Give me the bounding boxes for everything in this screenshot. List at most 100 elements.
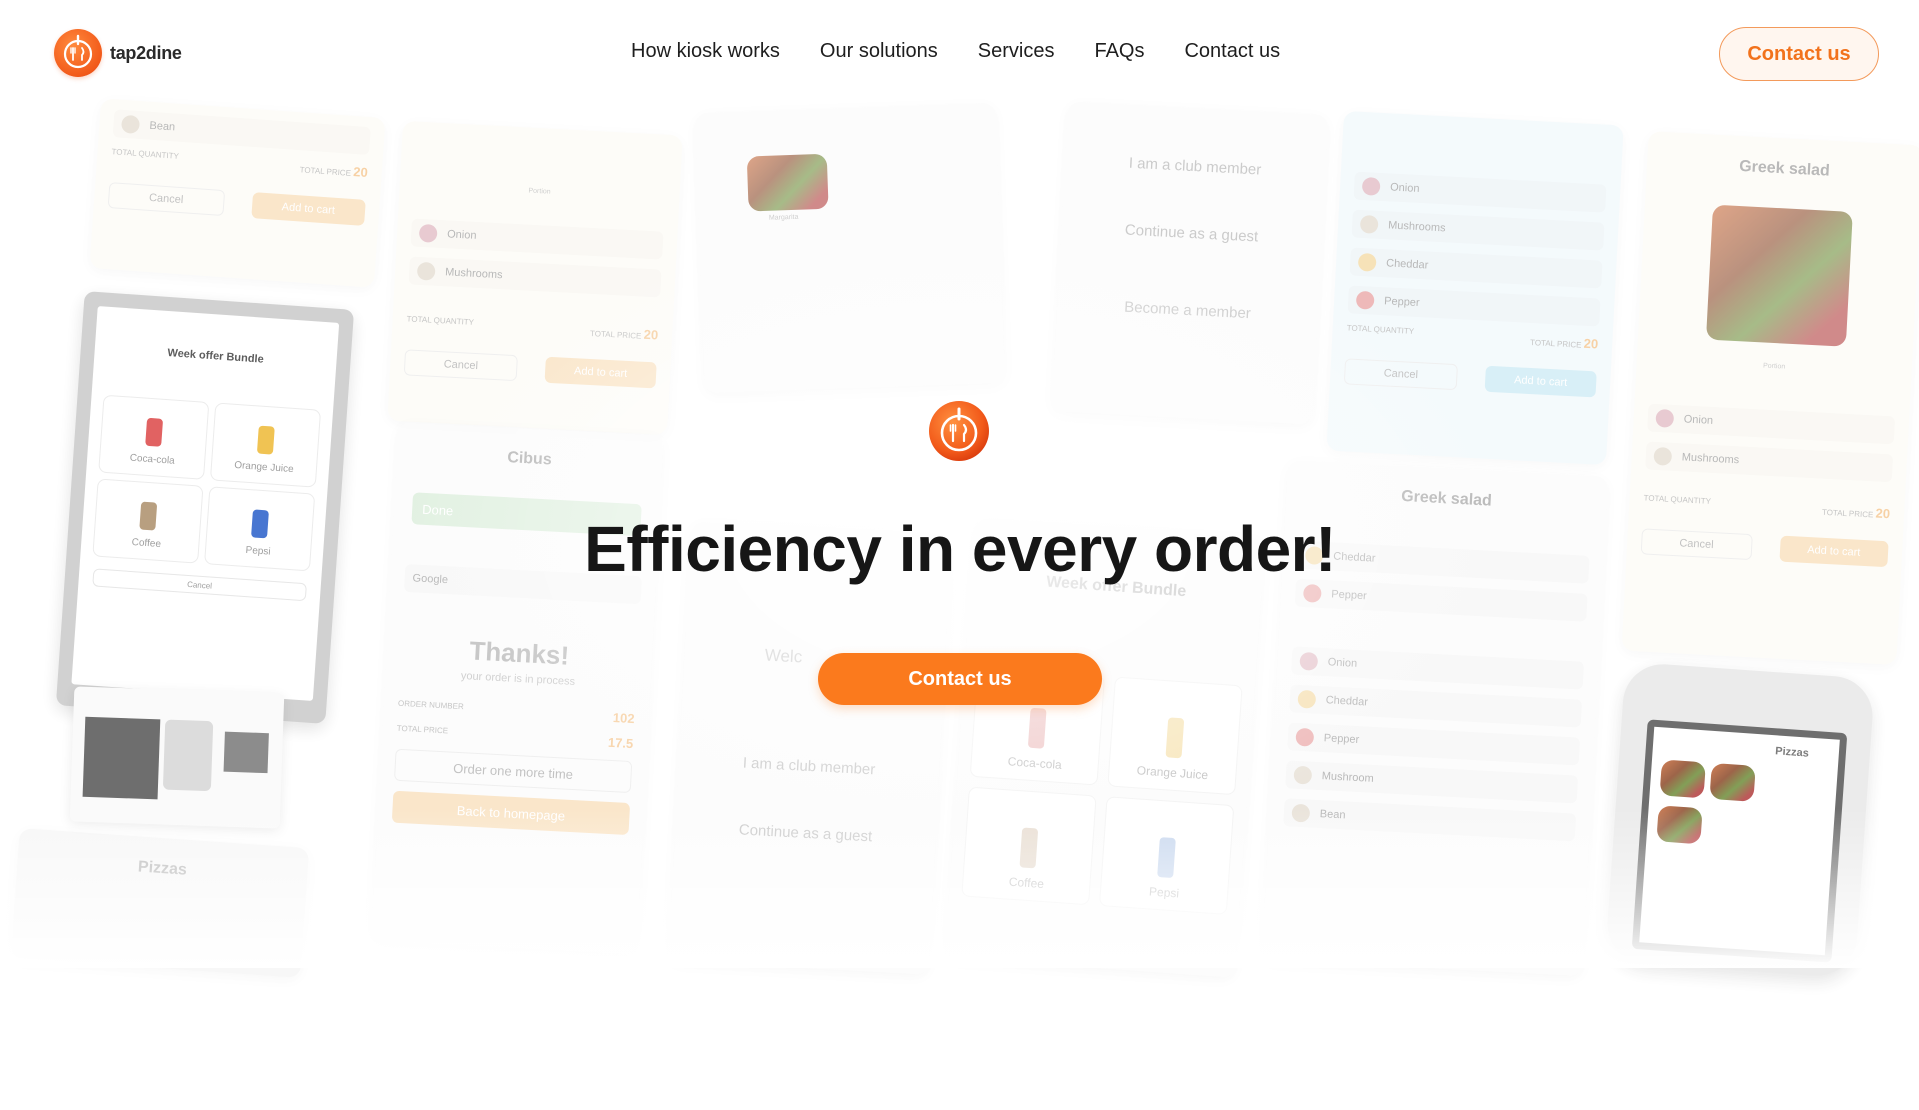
collage-text: Orange Juice [233,459,294,476]
nav-faqs[interactable]: FAQs [1094,40,1144,63]
orange-juice-icon [256,425,275,455]
collage-row: Mushrooms [1645,441,1893,482]
onion-icon [1361,176,1381,196]
collage-text: TOTAL QUANTITY [406,314,475,327]
kiosk-scanner [223,731,269,774]
pizza-image [1709,762,1756,802]
collage-text: I am a club member [742,754,876,779]
collage-text: TOTAL PRICE [589,328,642,341]
collage-greek-salad-card: Greek salad Portion Onion Mushrooms TOTA… [1621,131,1919,665]
collage-text: TOTAL QUANTITY [111,147,180,161]
collage-payment-card: Cibus Done Google Thanks! your order is … [371,421,664,955]
collage-text: Cheddar [1385,257,1429,272]
nav-our-solutions[interactable]: Our solutions [820,40,938,63]
collage-tile: Coffee [961,786,1097,906]
collage-add-to-cart: Add to cart [1484,365,1597,398]
collage-tile: Orange Juice [1107,676,1243,796]
collage-text: Pepper [1383,295,1420,310]
brand-name: tap2dine [110,42,182,63]
collage-row: Mushroom [1285,760,1578,803]
collage-text: Coffee [131,536,162,551]
collage-row: Cheddar [1289,684,1582,727]
kiosk-drinks-grid: Coca-cola Orange Juice Coffee Pepsi [92,394,322,572]
collage-tile: Pepsi [204,486,316,572]
nav-how-kiosk-works[interactable]: How kiosk works [631,40,780,63]
kiosk-screen: Week offer Bundle Coca-cola Orange Juice… [71,306,340,701]
collage-add-to-cart: Add to cart [544,356,657,389]
collage-text: TOTAL QUANTITY [1643,493,1712,506]
onion-icon [1299,651,1319,671]
kiosk-printer [82,716,161,800]
collage-row: Pepper [1347,285,1600,326]
kiosk-stand-image [69,686,285,829]
collage-blue-card: Onion Mushrooms Cheddar Pepper TOTAL QUA… [1326,110,1624,466]
collage-text: Pizzas [1774,745,1810,760]
collage-text: Continue as a guest [738,821,873,846]
collage-row: Pepper [1287,722,1580,765]
collage-row: Onion [410,218,663,259]
header-contact-button[interactable]: Contact us [1719,27,1879,81]
collage-add-to-cart: Add to cart [1778,535,1889,568]
collage-text: Onion [1683,413,1714,427]
collage-welcome-card: Welc I am a club member Continue as a gu… [668,521,952,975]
onion-icon [418,223,438,243]
mushroom-icon [1293,765,1313,785]
collage-tile: Coffee [92,478,204,564]
collage-totals: TOTAL QUANTITY TOTAL PRICE 20 [406,314,658,342]
collage-text: 20 [643,326,659,343]
collage-text: Pepsi [245,544,271,558]
collage-text: Pepper [1331,588,1368,603]
collage-text: Become a member [1123,298,1252,323]
collage-row: Cheddar [1349,247,1602,288]
collage-text: I am a club member [1128,154,1262,179]
kiosk-device-image: Week offer Bundle Coca-cola Orange Juice… [55,291,355,724]
card-terminal-icon [162,719,214,792]
landing-page: tap2dine How kiosk works Our solutions S… [0,0,1919,1110]
collage-text: Pepper [1323,732,1360,747]
collage-cancel: Cancel [1640,528,1753,561]
collage-row: Onion [1291,646,1584,689]
coca-cola-icon [145,417,164,447]
collage-pizzas-card: Pizzas [10,828,310,978]
collage-customize-card: Portion Onion Mushrooms TOTAL QUANTITY TO… [387,120,683,436]
nav-services[interactable]: Services [978,40,1055,63]
collage-row: Onion [1353,172,1606,213]
collage-totals: TOTAL PRICE 17.5 [396,724,633,751]
collage-bundle-card: Week offer Bundle Coca-cola Orange Juice… [945,518,1265,978]
collage-pizza-card: Margarita [695,102,1005,394]
pizza-image [746,153,829,212]
collage-text: Continue as a guest [1124,221,1259,246]
collage-text: TOTAL QUANTITY [1346,323,1415,336]
collage-back-home: Back to homepage [391,790,631,836]
hero-contact-button[interactable]: Contact us [818,653,1102,705]
cheddar-icon [1357,252,1377,272]
mushroom-icon [1359,214,1379,234]
collage-row: Mushrooms [408,256,661,297]
collage-order-again: Order one more time [393,748,633,794]
collage-totals: ORDER NUMBER 102 [397,699,635,726]
collage-login-card: I am a club member Continue as a guest B… [1052,101,1328,425]
collage-text: Portion [1762,362,1786,371]
collage-text: Portion [528,187,551,196]
collage-add-to-cart: Add to cart [250,192,366,226]
nav-contact-us[interactable]: Contact us [1184,40,1280,63]
coffee-icon [139,501,158,531]
pepper-icon [1295,727,1315,747]
collage-cancel: Cancel [92,568,307,602]
collage-text: TOTAL PRICE [396,723,449,736]
collage-totals: TOTAL QUANTITY TOTAL PRICE 20 [1643,493,1890,521]
site-header: tap2dine How kiosk works Our solutions S… [0,0,1919,108]
pepsi-icon [1157,837,1176,879]
pepsi-icon [251,509,269,539]
collage-row: Bean [113,109,371,155]
collage-text: Cheddar [1325,694,1369,709]
collage-text: Week offer Bundle [167,347,265,366]
collage-text: Mushrooms [1387,219,1446,235]
collage-tile: Pepsi [1098,796,1235,915]
collage-text: Coca-cola [129,452,176,467]
brand-logo[interactable]: tap2dine [54,29,182,77]
collage-text: Mushrooms [444,266,503,282]
cheddar-icon [1297,689,1317,709]
pepper-icon [1355,290,1375,310]
collage-cancel: Cancel [107,182,225,217]
